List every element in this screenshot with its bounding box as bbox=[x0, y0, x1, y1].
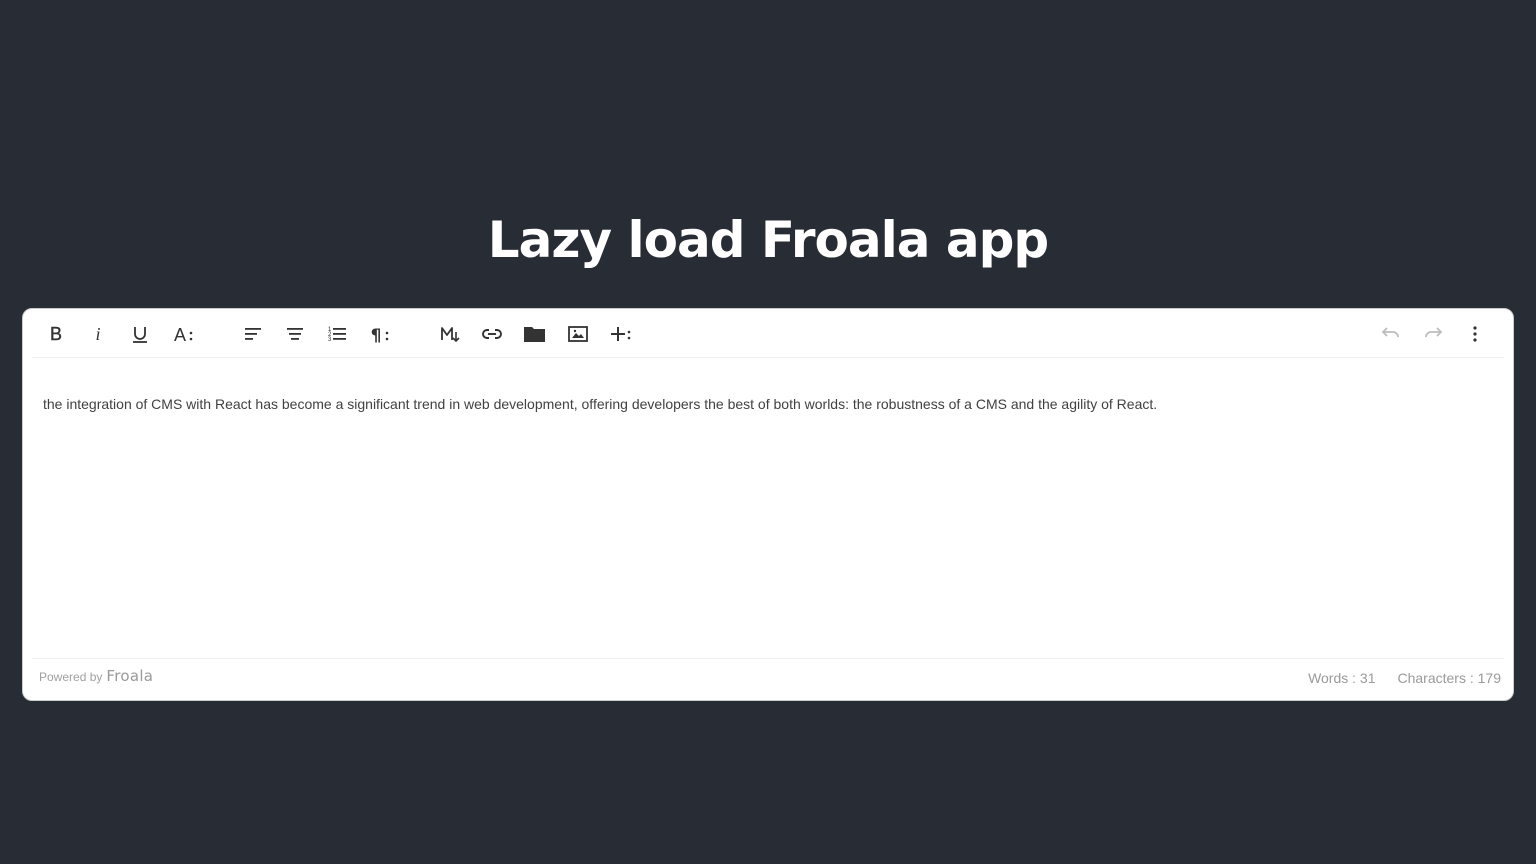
editor-paragraph[interactable]: the integration of CMS with React has be… bbox=[43, 394, 1493, 414]
italic-icon: i bbox=[95, 324, 100, 344]
plus-more-icon bbox=[611, 327, 631, 341]
redo-icon bbox=[1425, 327, 1443, 338]
editor-toolbar: B i A 1 2 3 ¶ bbox=[23, 309, 1513, 358]
svg-text:A: A bbox=[174, 325, 186, 344]
ordered-list-icon: 1 2 3 bbox=[328, 327, 346, 343]
folder-icon bbox=[524, 327, 545, 342]
undo-icon bbox=[1381, 327, 1399, 338]
align-center-button[interactable] bbox=[278, 317, 312, 351]
more-paragraph-button[interactable]: ¶ bbox=[362, 317, 396, 351]
align-left-button[interactable] bbox=[236, 317, 270, 351]
froala-editor: B i A 1 2 3 ¶ the integration of CMS wit… bbox=[22, 308, 1514, 701]
powered-by-label: Powered by bbox=[39, 670, 103, 684]
link-icon bbox=[482, 329, 502, 339]
insert-link-button[interactable] bbox=[475, 317, 509, 351]
more-text-button[interactable]: A bbox=[166, 317, 200, 351]
image-icon bbox=[568, 326, 588, 342]
editor-footer: Powered by Froala Words : 31 Characters … bbox=[23, 659, 1513, 701]
undo-button[interactable] bbox=[1374, 317, 1408, 351]
svg-text:¶: ¶ bbox=[371, 326, 382, 344]
redo-button[interactable] bbox=[1416, 317, 1450, 351]
character-count: Characters : 179 bbox=[1397, 670, 1502, 686]
underline-icon bbox=[133, 327, 147, 343]
powered-by-link[interactable]: Powered by Froala bbox=[39, 667, 153, 685]
underline-button[interactable] bbox=[123, 317, 157, 351]
word-count: Words : 31 bbox=[1308, 670, 1376, 686]
page-title: Lazy load Froala app bbox=[487, 211, 1049, 269]
kebab-menu-icon bbox=[1473, 326, 1477, 342]
more-rich-button[interactable] bbox=[604, 317, 638, 351]
editor-content-area[interactable]: the integration of CMS with React has be… bbox=[23, 358, 1513, 658]
svg-text:B: B bbox=[50, 324, 62, 344]
more-misc-button[interactable] bbox=[1458, 317, 1492, 351]
markdown-button[interactable] bbox=[433, 317, 467, 351]
svg-text:i: i bbox=[95, 324, 100, 344]
ordered-list-button[interactable]: 1 2 3 bbox=[320, 317, 354, 351]
italic-button[interactable]: i bbox=[81, 317, 115, 351]
text-format-more-icon: A bbox=[174, 325, 193, 344]
svg-text:3: 3 bbox=[328, 337, 332, 343]
insert-image-button[interactable] bbox=[561, 317, 595, 351]
bold-icon: B bbox=[50, 324, 62, 344]
align-center-icon bbox=[287, 328, 303, 340]
bold-button[interactable]: B bbox=[39, 317, 73, 351]
paragraph-more-icon: ¶ bbox=[371, 326, 389, 344]
froala-logo: Froala bbox=[106, 667, 154, 685]
insert-file-button[interactable] bbox=[518, 317, 552, 351]
align-left-icon bbox=[245, 328, 261, 340]
editor-counters: Words : 31 Characters : 179 bbox=[1308, 670, 1501, 686]
markdown-icon bbox=[441, 327, 460, 343]
